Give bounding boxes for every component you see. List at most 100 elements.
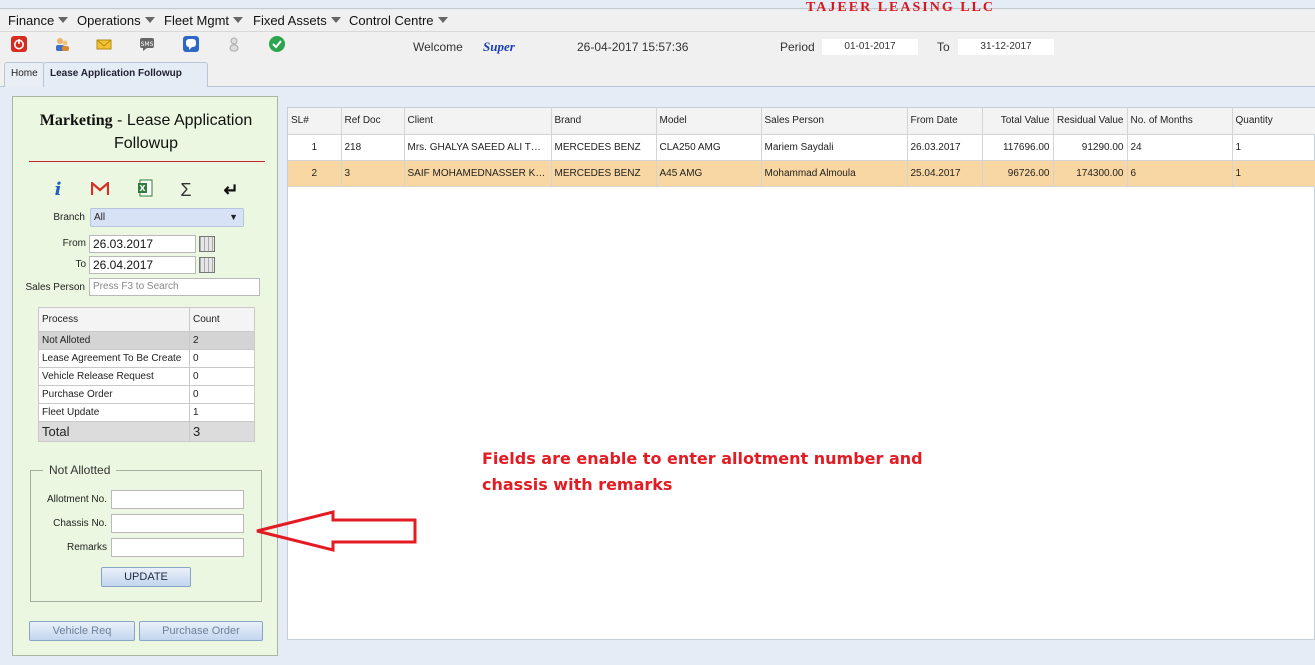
table-row[interactable]: 1 218 Mrs. GHALYA SAEED ALI THU... MERCE… bbox=[288, 134, 1315, 161]
not-allotted-legend: Not Allotted bbox=[49, 463, 111, 477]
total-count: 3 bbox=[189, 421, 255, 442]
tab-home[interactable]: Home bbox=[4, 62, 45, 87]
gmail-icon[interactable] bbox=[89, 179, 111, 201]
cell-total-value: 96726.00 bbox=[982, 160, 1054, 187]
calendar-icon[interactable] bbox=[199, 257, 215, 273]
menu-finance[interactable]: Finance bbox=[8, 13, 69, 28]
cell-sl: 2 bbox=[288, 160, 342, 187]
cell-residual-value: 91290.00 bbox=[1053, 134, 1128, 161]
period-from-field[interactable]: 01-01-2017 bbox=[822, 39, 918, 55]
column-header-brand[interactable]: Brand bbox=[551, 108, 657, 135]
company-name: TAJEER LEASING LLC bbox=[806, 0, 996, 15]
cell-months: 24 bbox=[1127, 134, 1233, 161]
cell-sales-person: Mohammad Almoula bbox=[761, 160, 908, 187]
process-count: 1 bbox=[189, 403, 255, 422]
return-icon[interactable]: ↵ bbox=[220, 179, 242, 201]
check-icon[interactable] bbox=[269, 36, 285, 52]
allotment-no-input[interactable] bbox=[111, 490, 244, 509]
menu-fixed-assets-label: Fixed Assets bbox=[253, 13, 327, 28]
column-header-total-value[interactable]: Total Value bbox=[982, 108, 1054, 135]
cell-from-date: 26.03.2017 bbox=[907, 134, 983, 161]
process-count: 0 bbox=[189, 349, 255, 368]
tab-strip: Home Lease Application Followup bbox=[0, 60, 1315, 87]
chat-icon[interactable] bbox=[183, 36, 199, 52]
vehicle-req-button[interactable]: Vehicle Req bbox=[29, 621, 135, 641]
caret-down-icon bbox=[437, 17, 448, 23]
process-row-not-alloted[interactable]: Not Alloted 2 bbox=[38, 331, 255, 350]
process-row-lease-agreement[interactable]: Lease Agreement To Be Create 0 bbox=[38, 349, 255, 368]
sales-person-input[interactable]: Press F3 to Search bbox=[89, 278, 260, 296]
menu-fleet-mgmt[interactable]: Fleet Mgmt bbox=[164, 13, 244, 28]
process-row-purchase-order[interactable]: Purchase Order 0 bbox=[38, 385, 255, 404]
process-row-fleet-update[interactable]: Fleet Update 1 bbox=[38, 403, 255, 422]
column-header-ref-doc[interactable]: Ref Doc bbox=[341, 108, 405, 135]
column-header-client[interactable]: Client bbox=[404, 108, 552, 135]
update-button[interactable]: UPDATE bbox=[101, 567, 191, 587]
allotment-no-label: Allotment No. bbox=[46, 494, 107, 505]
left-panel: Marketing - Lease Application Followup i… bbox=[12, 96, 278, 656]
process-name: Purchase Order bbox=[38, 385, 190, 404]
to-date-field[interactable]: 26.04.2017 bbox=[89, 256, 196, 274]
column-header-sl[interactable]: SL# bbox=[288, 108, 342, 135]
cell-from-date: 25.04.2017 bbox=[907, 160, 983, 187]
menu-fleet-mgmt-label: Fleet Mgmt bbox=[164, 13, 230, 28]
caret-down-icon bbox=[144, 17, 155, 23]
power-icon[interactable] bbox=[11, 36, 27, 52]
branch-select[interactable]: All ▼ bbox=[90, 208, 244, 227]
purchase-order-button[interactable]: Purchase Order bbox=[139, 621, 263, 641]
chassis-no-input[interactable] bbox=[111, 514, 244, 533]
table-header-row: Process Count bbox=[38, 307, 255, 332]
sigma-icon[interactable]: Σ bbox=[175, 179, 197, 201]
column-header-residual-value[interactable]: Residual Value bbox=[1053, 108, 1128, 135]
table-row-selected[interactable]: 2 3 SAIF MOHAMEDNASSER KHA... MERCEDES B… bbox=[288, 160, 1315, 187]
menu-control-centre[interactable]: Control Centre bbox=[349, 13, 448, 28]
cell-total-value: 117696.00 bbox=[982, 134, 1054, 161]
process-count-table: Process Count Not Alloted 2 Lease Agreem… bbox=[38, 307, 255, 442]
users-icon[interactable] bbox=[54, 36, 70, 52]
title-divider bbox=[29, 161, 265, 162]
column-header-months[interactable]: No. of Months bbox=[1127, 108, 1233, 135]
page-title-module: Marketing bbox=[39, 112, 113, 129]
cell-quantity: 1 bbox=[1232, 160, 1315, 187]
mail-icon[interactable] bbox=[96, 36, 112, 52]
caret-down-icon bbox=[330, 17, 341, 23]
cell-ref-doc: 3 bbox=[341, 160, 405, 187]
cell-brand: MERCEDES BENZ bbox=[551, 134, 657, 161]
page-title-name: - Lease Application Followup bbox=[112, 112, 253, 152]
sms-icon[interactable]: SMS bbox=[139, 36, 155, 52]
column-header-process: Process bbox=[38, 307, 190, 332]
column-header-quantity[interactable]: Quantity bbox=[1232, 108, 1315, 135]
cell-sales-person: Mariem Saydali bbox=[761, 134, 908, 161]
process-name: Lease Agreement To Be Create bbox=[38, 349, 190, 368]
column-header-from-date[interactable]: From Date bbox=[907, 108, 983, 135]
menu-bar: Finance Operations Fleet Mgmt Fixed Asse… bbox=[0, 10, 1315, 32]
total-label: Total bbox=[38, 421, 190, 442]
info-icon[interactable]: i bbox=[47, 179, 69, 201]
annotation-text: Fields are enable to enter allotment num… bbox=[482, 446, 942, 498]
cell-client: Mrs. GHALYA SAEED ALI THU... bbox=[404, 134, 552, 161]
menu-operations[interactable]: Operations bbox=[77, 13, 155, 28]
column-header-model[interactable]: Model bbox=[656, 108, 762, 135]
chevron-down-icon: ▼ bbox=[229, 212, 238, 222]
cell-brand: MERCEDES BENZ bbox=[551, 160, 657, 187]
period-label: Period bbox=[780, 40, 815, 54]
excel-icon[interactable]: X bbox=[134, 179, 156, 201]
process-total-row: Total 3 bbox=[38, 421, 255, 442]
calendar-icon[interactable] bbox=[199, 236, 215, 252]
menu-finance-label: Finance bbox=[8, 13, 55, 28]
welcome-label: Welcome bbox=[413, 40, 463, 54]
process-row-vehicle-release[interactable]: Vehicle Release Request 0 bbox=[38, 367, 255, 386]
from-date-field[interactable]: 26.03.2017 bbox=[89, 235, 196, 253]
cell-quantity: 1 bbox=[1232, 134, 1315, 161]
cell-sl: 1 bbox=[288, 134, 342, 161]
user-icon[interactable] bbox=[226, 36, 242, 52]
annotation-arrow-icon bbox=[256, 510, 417, 552]
period-to-field[interactable]: 31-12-2017 bbox=[958, 39, 1054, 55]
tab-lease-application-followup[interactable]: Lease Application Followup bbox=[43, 62, 208, 87]
cell-model: A45 AMG bbox=[656, 160, 762, 187]
cell-client: SAIF MOHAMEDNASSER KHA... bbox=[404, 160, 552, 187]
process-count: 2 bbox=[189, 331, 255, 350]
menu-fixed-assets[interactable]: Fixed Assets bbox=[253, 13, 341, 28]
column-header-sales-person[interactable]: Sales Person bbox=[761, 108, 908, 135]
remarks-input[interactable] bbox=[111, 538, 244, 557]
